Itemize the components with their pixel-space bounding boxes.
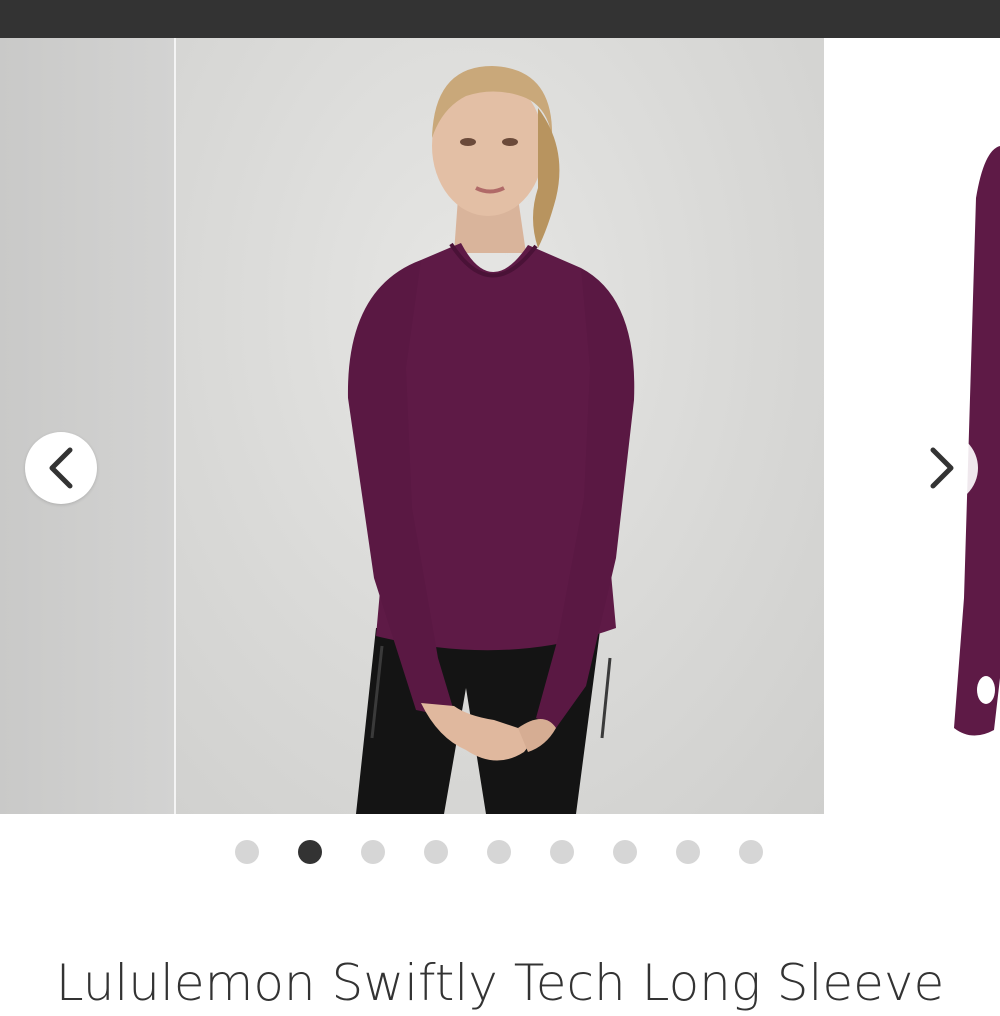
carousel-pagination	[235, 840, 765, 864]
carousel-dot[interactable]	[739, 840, 763, 864]
carousel-dot[interactable]	[550, 840, 574, 864]
carousel-dot[interactable]	[676, 840, 700, 864]
carousel-dot[interactable]	[235, 840, 259, 864]
carousel-dot[interactable]	[487, 840, 511, 864]
previous-image-button[interactable]	[25, 432, 97, 504]
carousel-dot[interactable]	[361, 840, 385, 864]
model-photo	[347, 66, 635, 814]
product-image-carousel[interactable]	[0, 38, 1000, 814]
next-garment-photo	[954, 146, 1000, 736]
product-title: Lululemon Swiftly Tech Long Sleeve	[55, 953, 945, 1012]
top-bar	[0, 0, 1000, 38]
chevron-left-icon	[49, 447, 73, 489]
carousel-dot[interactable]	[424, 840, 448, 864]
carousel-dot[interactable]	[298, 840, 322, 864]
current-product-image[interactable]	[176, 38, 824, 814]
chevron-right-icon	[930, 447, 954, 489]
next-product-image[interactable]	[824, 38, 1000, 814]
carousel-dot[interactable]	[613, 840, 637, 864]
next-image-button[interactable]	[906, 432, 978, 504]
previous-product-image[interactable]	[0, 38, 174, 814]
